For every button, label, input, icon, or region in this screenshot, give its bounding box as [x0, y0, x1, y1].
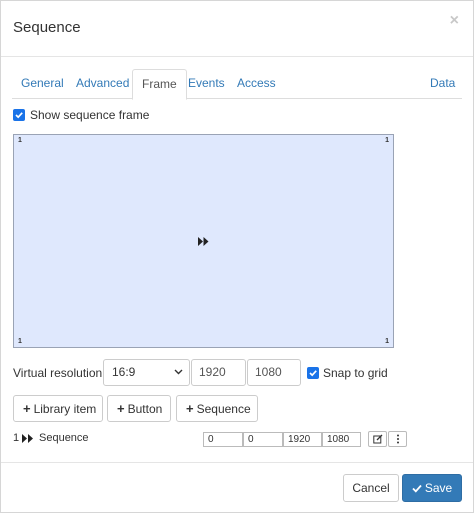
add-button-label: Button [127, 402, 163, 416]
sequence-x-input[interactable]: 0 [203, 432, 243, 447]
resolution-width-input[interactable]: 1920 [191, 359, 246, 386]
plus-icon: + [186, 401, 194, 416]
add-library-item-button[interactable]: + Library item [13, 395, 103, 422]
footer-divider [1, 462, 473, 463]
tab-data[interactable]: Data [421, 69, 464, 99]
sequence-row-name[interactable]: Sequence [39, 432, 89, 444]
resolution-height-input[interactable]: 1080 [247, 359, 301, 386]
cancel-button[interactable]: Cancel [343, 474, 399, 502]
add-library-item-label: Library item [33, 402, 97, 416]
snap-to-grid-checkbox[interactable] [307, 367, 319, 379]
tab-advanced[interactable]: Advanced [67, 69, 138, 99]
save-label: Save [424, 481, 453, 495]
aspect-ratio-value: 16:9 [112, 365, 136, 379]
aspect-ratio-select[interactable]: 16:9 [103, 359, 190, 386]
show-frame-checkbox[interactable] [13, 109, 25, 121]
edit-icon [373, 434, 383, 444]
plus-icon: + [23, 401, 31, 416]
frame-corner-top-right: 1 [385, 137, 389, 144]
close-icon[interactable]: × [450, 12, 459, 30]
frame-corner-bottom-right: 1 [385, 338, 389, 345]
chevron-down-icon [174, 369, 183, 375]
sequence-dialog: Sequence × General Advanced Frame Events… [0, 0, 474, 513]
sequence-y-input[interactable]: 0 [243, 432, 283, 447]
virtual-resolution-label: Virtual resolution [13, 366, 103, 380]
save-button[interactable]: Save [402, 474, 462, 502]
check-icon [412, 484, 422, 493]
more-options-button[interactable] [388, 431, 407, 447]
header-divider [1, 56, 473, 57]
add-button-button[interactable]: + Button [107, 395, 171, 422]
tab-events[interactable]: Events [179, 69, 234, 99]
tab-bar: General Advanced Frame Events Access Dat… [12, 69, 464, 100]
sequence-height-input[interactable]: 1080 [322, 432, 361, 447]
plus-icon: + [117, 401, 125, 416]
sequence-frame-preview[interactable]: 1 1 1 1 [13, 134, 394, 348]
snap-to-grid-label: Snap to grid [323, 366, 388, 380]
more-vertical-icon [397, 434, 399, 444]
sequence-row-index: 1 [13, 432, 20, 444]
fast-forward-icon [22, 434, 33, 443]
add-sequence-button[interactable]: + Sequence [176, 395, 258, 422]
tab-access[interactable]: Access [228, 69, 285, 99]
dialog-title: Sequence [13, 19, 81, 36]
frame-corner-top-left: 1 [18, 137, 22, 144]
sequence-width-input[interactable]: 1920 [283, 432, 322, 447]
edit-sequence-button[interactable] [368, 431, 387, 447]
frame-corner-bottom-left: 1 [18, 338, 22, 345]
show-frame-label: Show sequence frame [30, 108, 150, 122]
fast-forward-icon [198, 237, 209, 246]
tab-general[interactable]: General [12, 69, 73, 99]
add-sequence-label: Sequence [196, 402, 251, 416]
